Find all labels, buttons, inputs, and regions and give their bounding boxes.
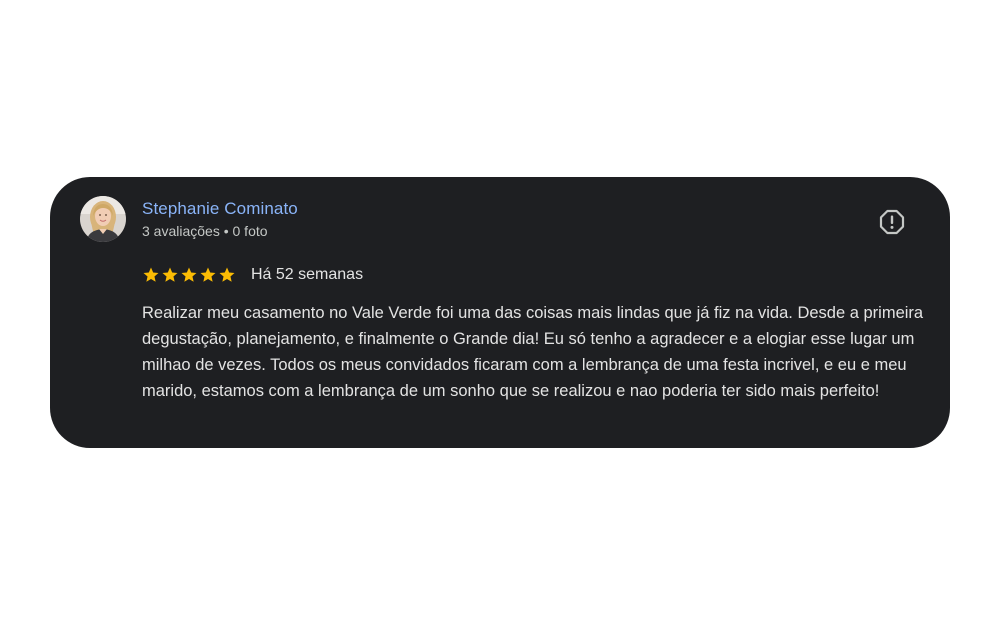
report-icon[interactable]	[878, 208, 906, 236]
review-card: Stephanie Cominato 3 avaliações • 0 foto…	[50, 177, 950, 448]
star-icon	[219, 267, 235, 282]
rating-row: Há 52 semanas	[142, 263, 363, 287]
star-rating	[142, 266, 236, 284]
star-icon	[200, 267, 216, 282]
reviewer-name[interactable]: Stephanie Cominato	[142, 199, 298, 219]
avatar-photo	[80, 196, 126, 242]
review-text: Realizar meu casamento no Vale Verde foi…	[142, 304, 924, 400]
reviewer-avatar[interactable]	[80, 196, 126, 242]
star-icon	[143, 267, 159, 282]
star-icon	[181, 267, 197, 282]
review-date: Há 52 semanas	[251, 266, 364, 283]
reviewer-meta: 3 avaliações • 0 foto	[142, 223, 268, 239]
star-icon	[162, 267, 178, 282]
